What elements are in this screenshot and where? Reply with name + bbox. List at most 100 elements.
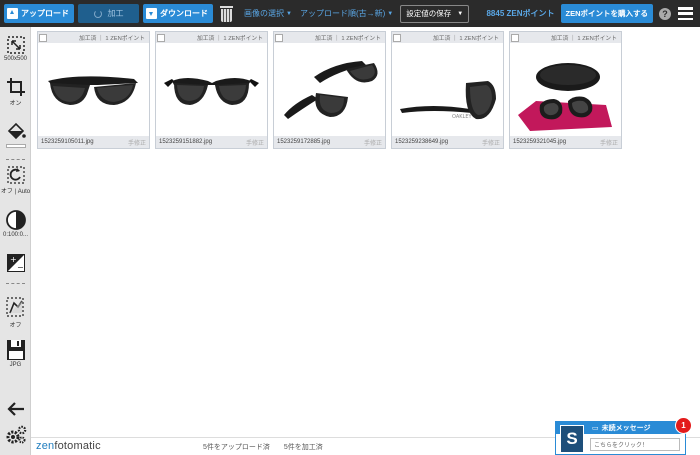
- product-image[interactable]: OAKLEY: [392, 43, 503, 138]
- product-image[interactable]: [38, 43, 149, 138]
- manual-fix-button[interactable]: 手修正: [246, 138, 264, 147]
- select-checkbox[interactable]: [39, 33, 47, 42]
- svg-text:+: +: [10, 255, 17, 264]
- crop-icon: [6, 78, 25, 96]
- spinner-icon: [93, 9, 102, 18]
- gears-icon: [6, 425, 26, 444]
- image-card[interactable]: 加工済 ｜ 1 ZENポイント OAKLEY 1523259238649.jpg…: [391, 31, 504, 149]
- format-label: JPG: [9, 362, 22, 368]
- image-grid: 加工済 ｜ 1 ZENポイント 1523259105011.jpg 手修正 加工…: [37, 31, 622, 149]
- sort-order-label: アップロード順(古→新): [299, 9, 386, 18]
- card-header: 加工済 ｜ 1 ZENポイント: [156, 32, 267, 43]
- back-button[interactable]: [0, 402, 31, 416]
- manual-fix-button[interactable]: 手修正: [364, 138, 382, 147]
- shadow-tool[interactable]: オフ: [0, 295, 31, 329]
- background-color-swatch[interactable]: [5, 144, 26, 148]
- download-icon: [146, 8, 157, 19]
- card-footer: 1523259172885.jpg 手修正: [274, 136, 385, 148]
- card-header: 加工済 ｜ 1 ZENポイント: [274, 32, 385, 43]
- select-checkbox[interactable]: [511, 33, 519, 42]
- chat-bubble-icon: ▭: [592, 425, 599, 432]
- caret-down-icon: ▼: [457, 10, 464, 17]
- process-button[interactable]: 加工: [78, 4, 139, 23]
- image-card[interactable]: 加工済 ｜ 1 ZENポイント 1523259321045.jpg 手修正: [509, 31, 622, 149]
- format-tool[interactable]: JPG: [0, 339, 31, 368]
- upload-label: アップロード: [21, 9, 69, 18]
- chat-widget[interactable]: ▭ 未読メッセージ S こちらをクリック！: [555, 421, 686, 455]
- select-checkbox[interactable]: [393, 33, 401, 42]
- image-card[interactable]: 加工済 ｜ 1 ZENポイント 1523259105011.jpg 手修正: [37, 31, 150, 149]
- processed-count: 5件を加工済: [283, 444, 323, 451]
- select-images-menu[interactable]: 画像の選択 ▼: [244, 8, 292, 19]
- resize-tool[interactable]: 500x500: [0, 35, 31, 62]
- shadow-icon: [5, 297, 24, 317]
- download-label: ダウンロード: [160, 9, 208, 18]
- caret-down-icon: ▼: [286, 10, 292, 17]
- arrow-left-icon: [6, 402, 24, 416]
- exposure-icon: +−: [6, 254, 25, 272]
- buy-points-button[interactable]: ZENポイントを購入する: [560, 4, 653, 23]
- rotate-tool[interactable]: オフ | Auto: [0, 165, 31, 195]
- file-name: 1523259151882.jpg: [159, 139, 213, 145]
- contrast-icon: [5, 210, 26, 230]
- product-image[interactable]: [274, 43, 385, 138]
- image-card[interactable]: 加工済 ｜ 1 ZENポイント 1523259151882.jpg 手修正: [155, 31, 268, 149]
- card-status: 加工済 ｜ 1 ZENポイント: [314, 36, 381, 42]
- card-header: 加工済 ｜ 1 ZENポイント: [510, 32, 621, 43]
- card-status: 加工済 ｜ 1 ZENポイント: [78, 36, 145, 42]
- save-icon: [6, 340, 25, 360]
- manual-fix-button[interactable]: 手修正: [128, 138, 146, 147]
- crop-tool[interactable]: オン: [0, 77, 31, 107]
- background-tool[interactable]: [0, 121, 31, 148]
- card-footer: 1523259151882.jpg 手修正: [156, 136, 267, 148]
- save-settings-select[interactable]: 設定値の保存 ▼: [400, 4, 470, 23]
- card-status: 加工済 ｜ 1 ZENポイント: [432, 36, 499, 42]
- file-name: 1523259321045.jpg: [513, 139, 567, 145]
- unread-badge: 1: [675, 417, 692, 434]
- status-text: 5件をアップロード済 5件を加工済: [203, 442, 323, 452]
- hamburger-menu-icon[interactable]: [678, 7, 693, 20]
- rotate-icon: [6, 166, 25, 184]
- process-label: 加工: [107, 9, 124, 18]
- select-checkbox[interactable]: [275, 33, 283, 42]
- product-image[interactable]: [510, 43, 621, 138]
- card-footer: 1523259105011.jpg 手修正: [38, 136, 149, 148]
- uploaded-count: 5件をアップロード済: [203, 444, 270, 451]
- download-button[interactable]: ダウンロード: [143, 4, 213, 23]
- divider: [6, 159, 25, 160]
- manual-fix-button[interactable]: 手修正: [482, 138, 500, 147]
- help-icon[interactable]: ?: [659, 7, 671, 20]
- select-checkbox[interactable]: [157, 33, 165, 42]
- points-balance: 8845 ZENポイント: [486, 9, 555, 18]
- image-card[interactable]: 加工済 ｜ 1 ZENポイント 1523259172885.jpg 手修正: [273, 31, 386, 149]
- trash-icon[interactable]: [220, 5, 233, 22]
- divider: [6, 283, 25, 284]
- card-footer: 1523259238649.jpg 手修正: [392, 136, 503, 148]
- resize-label: 500x500: [3, 56, 28, 62]
- product-image[interactable]: [156, 43, 267, 138]
- levels-label: 0:100:0...: [2, 232, 29, 238]
- settings-button[interactable]: [0, 425, 31, 445]
- caret-down-icon: ▼: [387, 10, 394, 17]
- svg-text:OAKLEY: OAKLEY: [452, 114, 472, 120]
- chat-input[interactable]: こちらをクリック！: [590, 438, 680, 451]
- rotate-label: オフ | Auto: [0, 189, 31, 195]
- exposure-tool[interactable]: + −: [0, 253, 31, 273]
- file-name: 1523259172885.jpg: [277, 139, 331, 145]
- upload-button[interactable]: アップロード: [4, 4, 74, 23]
- manual-fix-button[interactable]: 手修正: [600, 138, 618, 147]
- paint-bucket-icon: [7, 122, 26, 140]
- svg-text:−: −: [17, 263, 24, 272]
- save-settings-label: 設定値の保存: [406, 9, 452, 18]
- chat-title: 未読メッセージ: [601, 425, 651, 432]
- top-toolbar: アップロード 加工 ダウンロード 画像の選択 ▼ アップロード順(古→新) ▼ …: [0, 0, 700, 27]
- logo-suffix: fotomatic: [54, 440, 101, 452]
- levels-tool[interactable]: 0:100:0...: [0, 209, 31, 238]
- card-status: 加工済 ｜ 1 ZENポイント: [550, 36, 617, 42]
- file-name: 1523259105011.jpg: [41, 139, 94, 145]
- sort-order-menu[interactable]: アップロード順(古→新) ▼: [300, 8, 393, 19]
- crop-label: オン: [9, 101, 22, 107]
- select-images-label: 画像の選択: [244, 9, 284, 18]
- card-status: 加工済 ｜ 1 ZENポイント: [196, 36, 263, 42]
- upload-icon: [7, 8, 18, 19]
